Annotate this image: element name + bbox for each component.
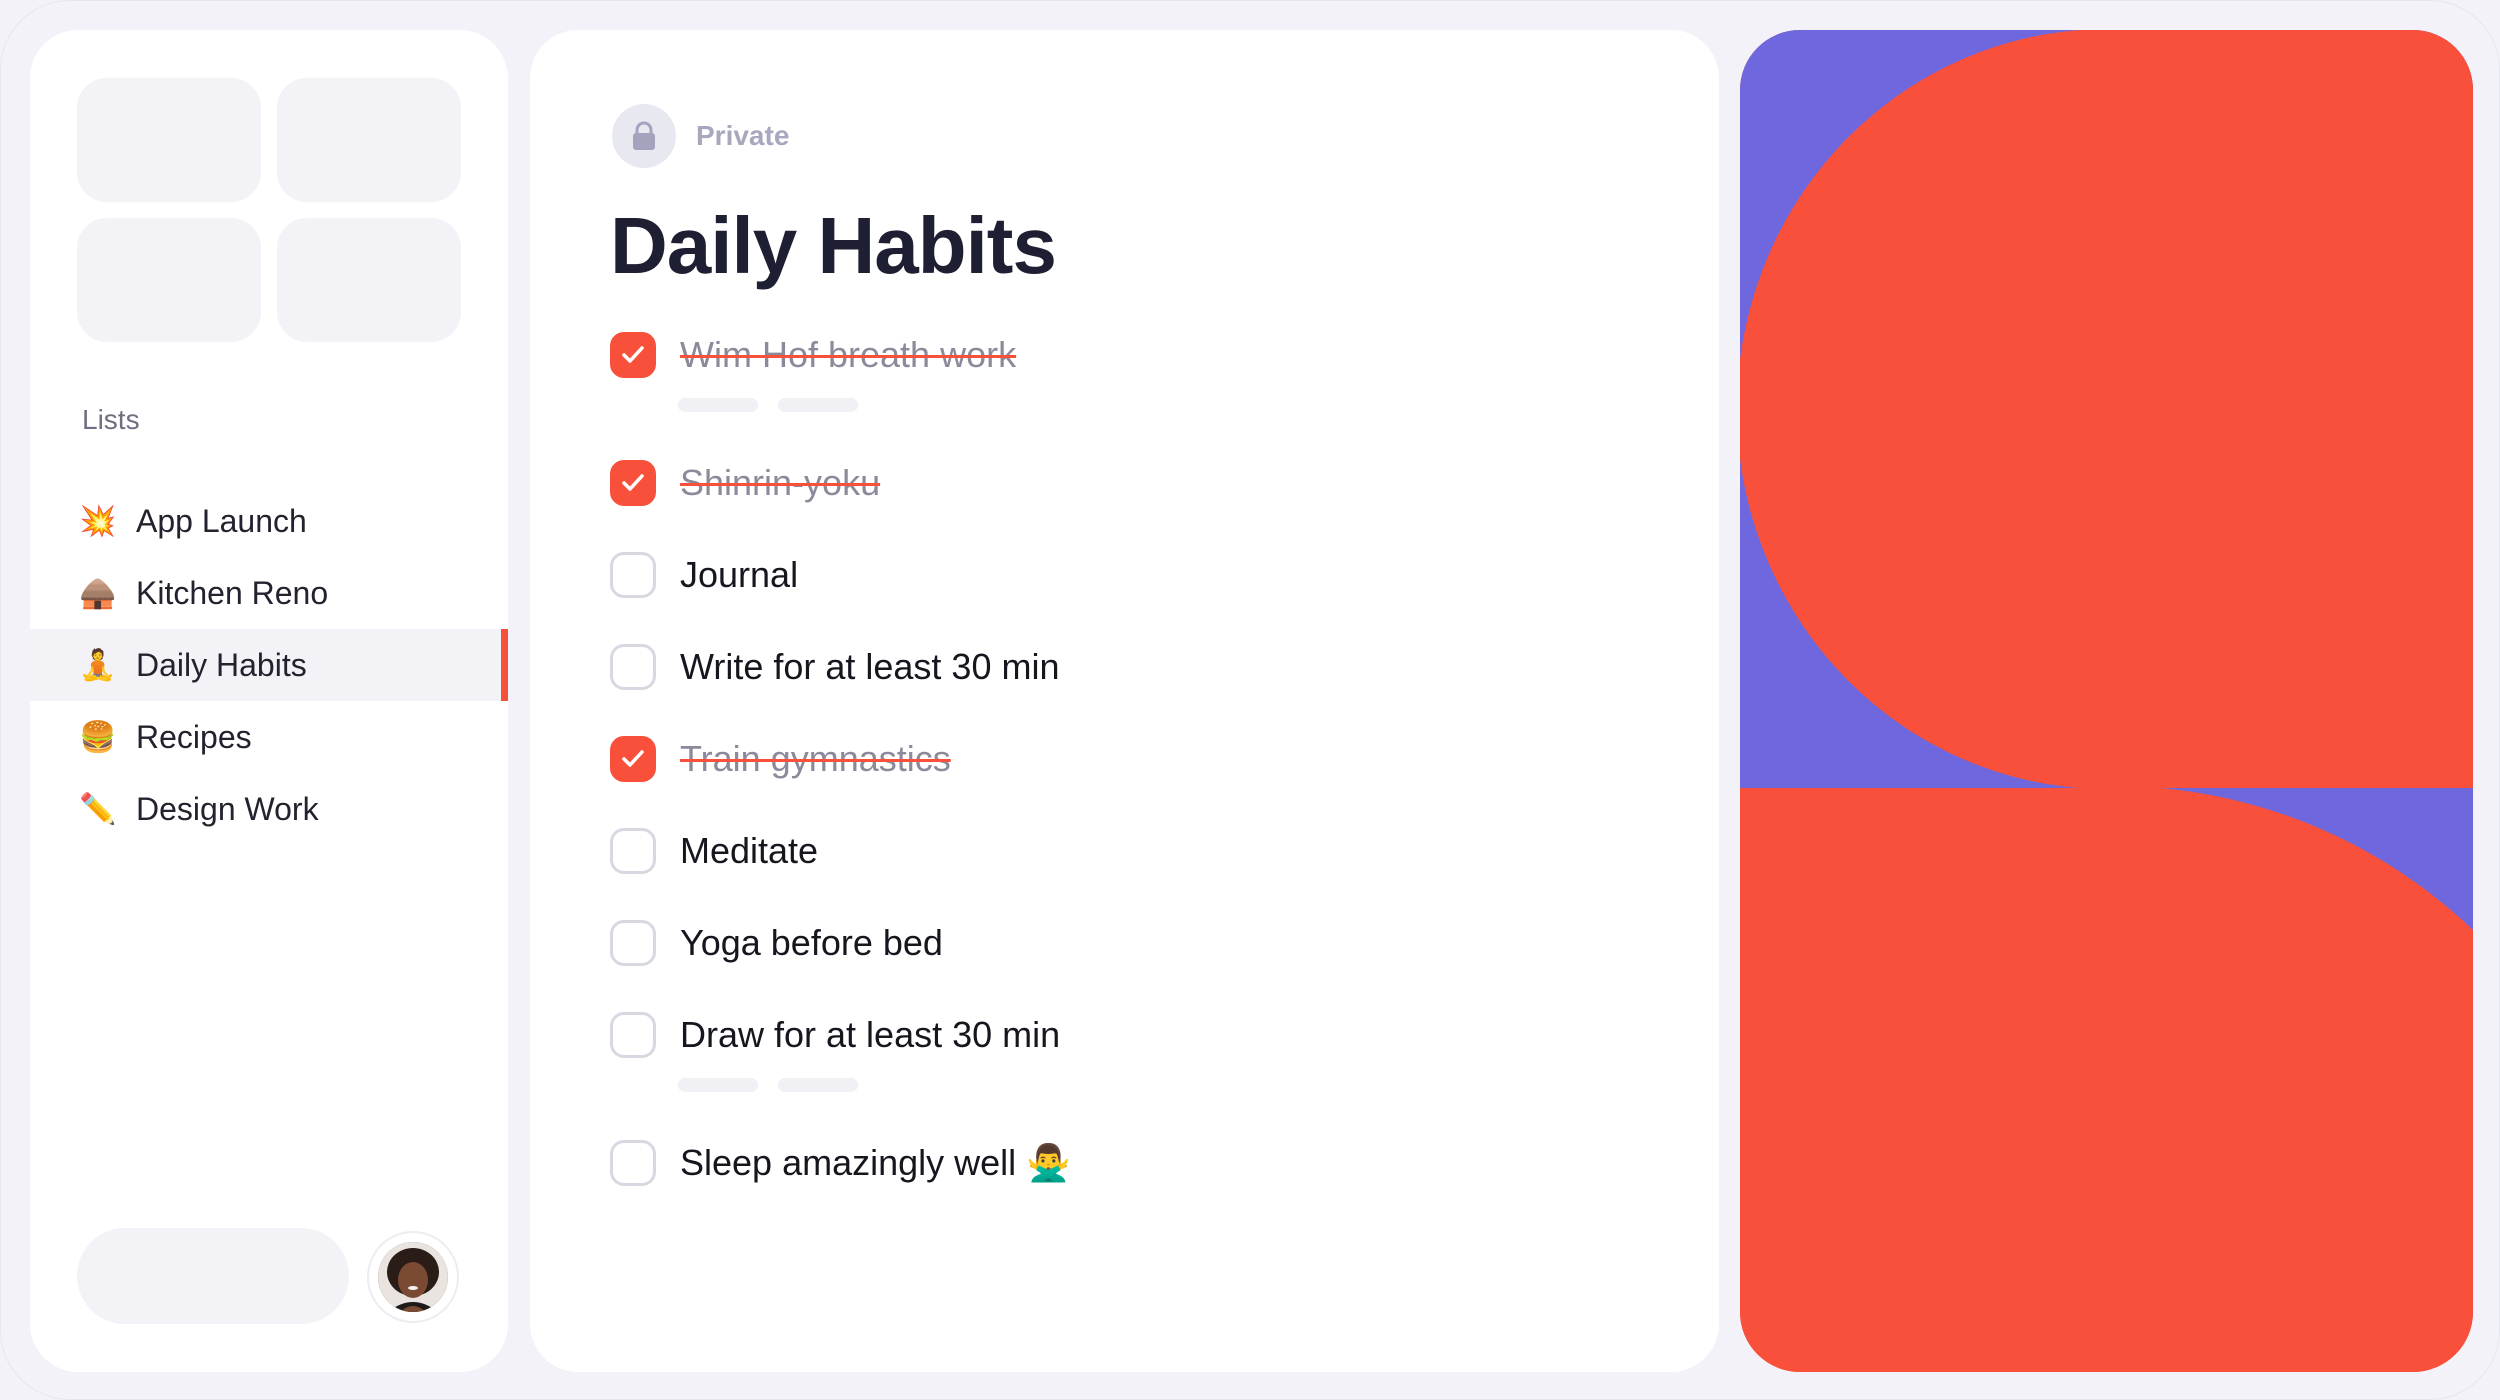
task-checkbox[interactable] — [610, 332, 656, 378]
task-meta-placeholder — [678, 398, 878, 412]
avatar-image — [378, 1242, 448, 1312]
sidebar-action-pill[interactable] — [77, 1228, 349, 1324]
sidebar-item-design-work[interactable]: ✏️ Design Work — [30, 773, 508, 845]
task-checkbox[interactable] — [610, 1140, 656, 1186]
task-checkbox[interactable] — [610, 1012, 656, 1058]
sidebar-item-label: Recipes — [136, 718, 252, 755]
task-label: Journal — [680, 554, 799, 595]
sidebar-tile[interactable] — [277, 78, 461, 202]
avatar-button[interactable] — [367, 1231, 459, 1323]
abstract-shapes-illustration — [1740, 30, 2473, 1372]
task-item[interactable]: Sleep amazingly well 🙅‍♂️ — [610, 1140, 1071, 1186]
task-item[interactable]: Shinrin-yoku — [610, 460, 880, 506]
sidebar-tile[interactable] — [77, 78, 261, 202]
task-item[interactable]: Draw for at least 30 min — [610, 1012, 1060, 1058]
task-label: Shinrin-yoku — [680, 462, 881, 503]
hut-icon: 🛖 — [79, 576, 117, 610]
task-item[interactable]: Train gymnastics — [610, 736, 951, 782]
checkmark-icon — [622, 750, 644, 767]
task-label: Draw for at least 30 min — [680, 1014, 1061, 1055]
sidebar-item-app-launch[interactable]: 💥 App Launch — [30, 485, 508, 557]
sidebar: Lists 💥 App Launch 🛖 Kitchen Reno 🧘 Dail… — [30, 30, 508, 1372]
sidebar-item-label: Daily Habits — [136, 646, 307, 683]
sidebar-tile[interactable] — [77, 218, 261, 342]
checkmark-icon — [622, 474, 644, 491]
sidebar-item-label: Kitchen Reno — [136, 574, 329, 611]
task-item[interactable]: Wim Hof breath work — [610, 332, 1016, 378]
app-frame: Lists 💥 App Launch 🛖 Kitchen Reno 🧘 Dail… — [0, 0, 2500, 1400]
task-item[interactable]: Journal — [610, 552, 798, 598]
meta-pill — [778, 398, 858, 412]
avatar — [378, 1242, 448, 1312]
checkmark-icon — [622, 346, 644, 363]
sidebar-item-kitchen-reno[interactable]: 🛖 Kitchen Reno — [30, 557, 508, 629]
lists-heading: Lists — [82, 404, 140, 435]
meditation-icon: 🧘 — [79, 648, 117, 682]
pencil-icon: ✏️ — [79, 792, 117, 826]
privacy-indicator[interactable]: Private — [612, 104, 789, 168]
sidebar-item-daily-habits[interactable]: 🧘 Daily Habits — [30, 629, 508, 701]
task-meta-placeholder — [678, 1078, 878, 1092]
task-checkbox[interactable] — [610, 828, 656, 874]
sidebar-item-recipes[interactable]: 🍔 Recipes — [30, 701, 508, 773]
task-item[interactable]: Meditate — [610, 828, 818, 874]
meta-pill — [778, 1078, 858, 1092]
task-label: Yoga before bed — [680, 922, 943, 963]
task-checkbox[interactable] — [610, 644, 656, 690]
collision-icon: 💥 — [79, 504, 117, 538]
burger-icon: 🍔 — [79, 720, 117, 754]
task-item[interactable]: Yoga before bed — [610, 920, 943, 966]
task-label: Wim Hof breath work — [680, 334, 1017, 375]
task-checkbox[interactable] — [610, 920, 656, 966]
task-label: Sleep amazingly well 🙅‍♂️ — [680, 1142, 1071, 1183]
meta-pill — [678, 398, 758, 412]
task-item[interactable]: Write for at least 30 min — [610, 644, 1059, 690]
task-checkbox[interactable] — [610, 460, 656, 506]
list-panel: Private Daily Habits Wim Hof breath work — [530, 30, 1719, 1372]
privacy-label: Private — [696, 120, 790, 151]
task-label: Meditate — [680, 830, 819, 871]
sidebar-tile[interactable] — [277, 218, 461, 342]
cover-art — [1740, 30, 2473, 1372]
task-checkbox[interactable] — [610, 736, 656, 782]
task-label: Write for at least 30 min — [680, 646, 1060, 687]
sidebar-item-label: Design Work — [136, 790, 319, 827]
sidebar-item-label: App Launch — [136, 502, 307, 539]
task-label: Train gymnastics — [680, 738, 951, 779]
meta-pill — [678, 1078, 758, 1092]
lock-icon — [612, 104, 676, 168]
task-checkbox[interactable] — [610, 552, 656, 598]
sidebar-nav: 💥 App Launch 🛖 Kitchen Reno 🧘 Daily Habi… — [30, 485, 508, 845]
page-title: Daily Habits — [610, 201, 1057, 290]
